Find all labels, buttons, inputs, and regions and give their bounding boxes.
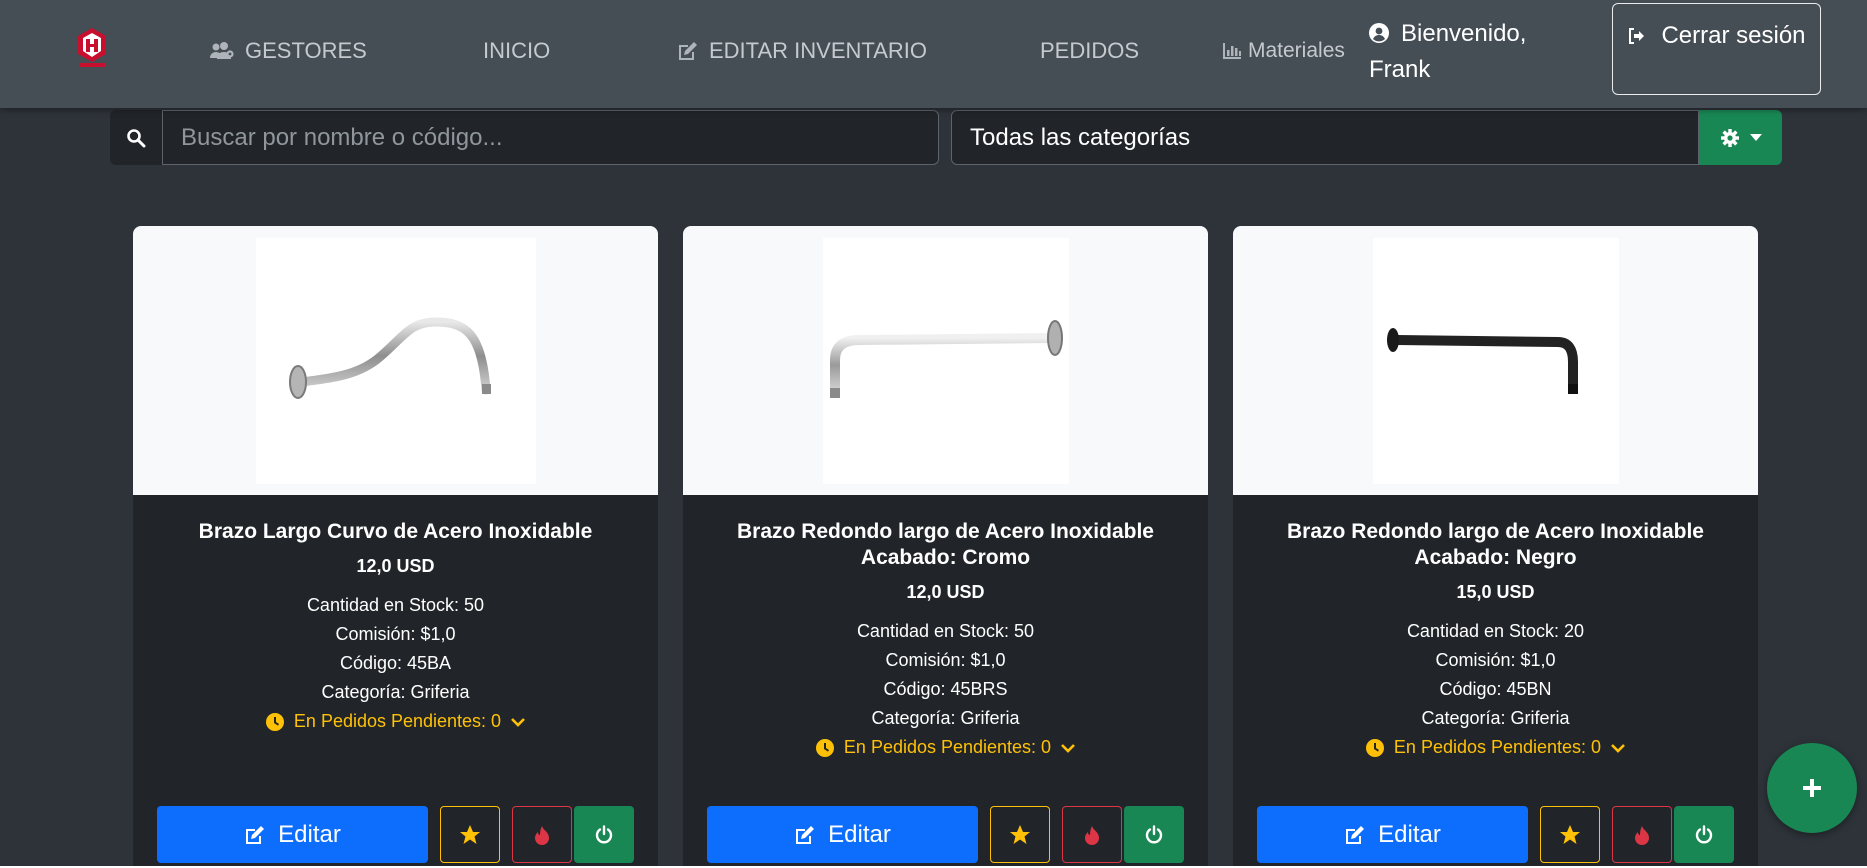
product-commission: Comisión: $1,0 bbox=[885, 650, 1006, 670]
product-price: 12,0 USD bbox=[356, 556, 435, 576]
power-toggle-button[interactable] bbox=[1124, 806, 1184, 863]
product-price: 15,0 USD bbox=[1456, 582, 1535, 602]
clock-icon bbox=[815, 738, 834, 757]
pending-orders-text: En Pedidos Pendientes: 0 bbox=[843, 737, 1052, 757]
product-card: Brazo Redondo largo de Acero Inoxidable … bbox=[683, 226, 1208, 868]
clock-icon bbox=[265, 712, 284, 731]
fire-icon bbox=[1085, 825, 1099, 845]
favorite-button[interactable] bbox=[990, 806, 1050, 863]
search-icon bbox=[127, 128, 146, 147]
product-title: Brazo Redondo largo de Acero Inoxidable … bbox=[737, 520, 1154, 569]
logout-button[interactable]: Cerrar sesión bbox=[1612, 3, 1821, 95]
edit-icon bbox=[1346, 825, 1365, 844]
power-toggle-button[interactable] bbox=[574, 806, 634, 863]
star-icon bbox=[1560, 825, 1580, 844]
settings-dropdown-button[interactable] bbox=[1699, 110, 1782, 165]
product-stock: Cantidad en Stock: 20 bbox=[1406, 621, 1585, 641]
product-category: Categoría: Griferia bbox=[321, 682, 470, 702]
power-icon bbox=[595, 824, 613, 843]
edit-icon bbox=[679, 42, 697, 60]
plus-icon bbox=[1803, 779, 1821, 797]
nav-editar-inventario[interactable]: EDITAR INVENTARIO bbox=[677, 36, 927, 66]
favorite-button[interactable] bbox=[1540, 806, 1600, 863]
hot-button[interactable] bbox=[1612, 806, 1672, 863]
chevron-down-icon bbox=[511, 717, 525, 727]
hot-button[interactable] bbox=[512, 806, 572, 863]
category-select[interactable]: Todas las categorías bbox=[951, 110, 1699, 165]
edit-button[interactable]: Editar bbox=[707, 806, 978, 863]
pending-orders-text: En Pedidos Pendientes: 0 bbox=[1393, 737, 1602, 757]
nav-inicio[interactable]: INICIO bbox=[483, 36, 550, 66]
clock-icon bbox=[1365, 738, 1384, 757]
caret-down-icon bbox=[1749, 133, 1762, 141]
product-image bbox=[255, 238, 536, 484]
edit-icon bbox=[796, 825, 815, 844]
power-icon bbox=[1695, 824, 1713, 843]
nav-pedidos[interactable]: PEDIDOS bbox=[1040, 36, 1139, 66]
edit-icon bbox=[246, 825, 265, 844]
product-stock: Cantidad en Stock: 50 bbox=[856, 621, 1035, 641]
product-price: 12,0 USD bbox=[906, 582, 985, 602]
users-gear-icon bbox=[210, 42, 234, 59]
edit-button[interactable]: Editar bbox=[157, 806, 428, 863]
welcome-text: Bienvenido, Frank bbox=[1369, 20, 1527, 83]
product-commission: Comisión: $1,0 bbox=[1435, 650, 1556, 670]
pending-orders-toggle[interactable]: En Pedidos Pendientes: 0 bbox=[815, 733, 1075, 762]
star-icon bbox=[1010, 825, 1030, 844]
search-input[interactable] bbox=[162, 110, 939, 165]
gear-icon bbox=[1720, 128, 1739, 147]
product-title: Brazo Redondo largo de Acero Inoxidable … bbox=[1287, 520, 1704, 569]
product-code: Código: 45BN bbox=[1439, 679, 1552, 699]
welcome-message: Bienvenido, Frank bbox=[1369, 16, 1589, 88]
product-category: Categoría: Griferia bbox=[1421, 708, 1570, 728]
search-icon-addon bbox=[110, 110, 162, 165]
nav-label: GESTORES bbox=[245, 38, 367, 63]
nav-materiales[interactable]: Materiales bbox=[1222, 36, 1345, 66]
hot-button[interactable] bbox=[1062, 806, 1122, 863]
power-icon bbox=[1145, 824, 1163, 843]
nav-gestores[interactable]: GESTORES bbox=[209, 36, 367, 66]
user-circle-icon bbox=[1369, 23, 1389, 43]
product-title: Brazo Largo Curvo de Acero Inoxidable bbox=[198, 520, 593, 543]
product-commission: Comisión: $1,0 bbox=[335, 624, 456, 644]
nav-label: INICIO bbox=[483, 38, 551, 63]
nav-label: EDITAR INVENTARIO bbox=[709, 38, 927, 63]
chevron-down-icon bbox=[1611, 743, 1625, 753]
chevron-down-icon bbox=[1061, 743, 1075, 753]
nav-label: Materiales bbox=[1248, 39, 1345, 62]
product-stock: Cantidad en Stock: 50 bbox=[306, 595, 485, 615]
star-icon bbox=[460, 825, 480, 844]
power-toggle-button[interactable] bbox=[1674, 806, 1734, 863]
product-image-area bbox=[683, 226, 1208, 495]
chart-icon bbox=[1223, 43, 1241, 59]
pending-orders-toggle[interactable]: En Pedidos Pendientes: 0 bbox=[1365, 733, 1625, 762]
brand-logo[interactable] bbox=[74, 26, 110, 68]
pending-orders-toggle[interactable]: En Pedidos Pendientes: 0 bbox=[265, 707, 525, 736]
fire-icon bbox=[535, 825, 549, 845]
product-image-area bbox=[1233, 226, 1758, 495]
edit-label: Editar bbox=[828, 820, 891, 848]
edit-label: Editar bbox=[278, 820, 341, 848]
navbar: GESTORES INICIO EDITAR INVENTARIO PEDIDO… bbox=[0, 0, 1867, 108]
sign-out-icon bbox=[1629, 28, 1645, 44]
edit-label: Editar bbox=[1378, 820, 1441, 848]
product-code: Código: 45BRS bbox=[883, 679, 1008, 699]
product-code: Código: 45BA bbox=[339, 653, 452, 673]
category-selected-value: Todas las categorías bbox=[970, 123, 1191, 151]
edit-button[interactable]: Editar bbox=[1257, 806, 1528, 863]
product-image bbox=[822, 238, 1069, 484]
fire-icon bbox=[1635, 825, 1649, 845]
nav-label: PEDIDOS bbox=[1040, 38, 1140, 63]
favorite-button[interactable] bbox=[440, 806, 500, 863]
product-image-area bbox=[133, 226, 658, 495]
product-category: Categoría: Griferia bbox=[871, 708, 1020, 728]
pending-orders-text: En Pedidos Pendientes: 0 bbox=[293, 711, 502, 731]
product-image bbox=[1372, 238, 1619, 484]
product-card: Brazo Largo Curvo de Acero Inoxidable 12… bbox=[133, 226, 658, 868]
add-product-button[interactable] bbox=[1767, 743, 1857, 833]
logout-label: Cerrar sesión bbox=[1661, 22, 1806, 49]
product-card: Brazo Redondo largo de Acero Inoxidable … bbox=[1233, 226, 1758, 868]
